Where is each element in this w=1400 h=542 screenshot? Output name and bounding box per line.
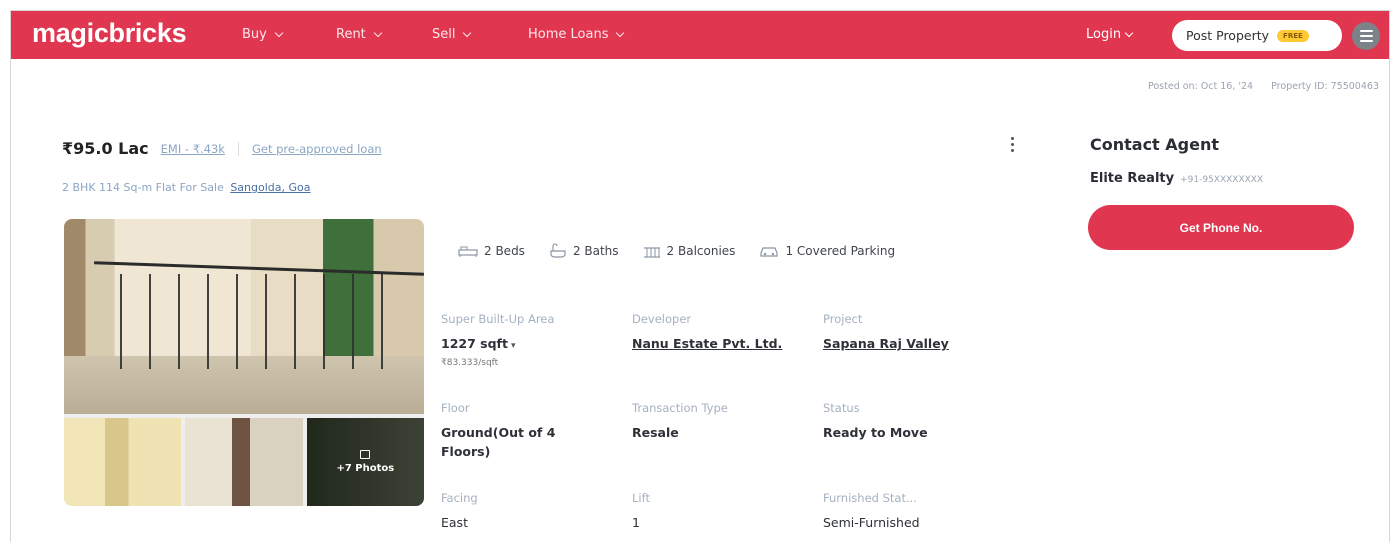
detail-furnished-status: Furnished Stat... Semi-Furnished — [823, 491, 920, 532]
amenity-balconies: 2 Balconies — [643, 243, 736, 259]
hamburger-icon — [1359, 30, 1373, 32]
get-phone-number-button[interactable]: Get Phone No. — [1088, 205, 1354, 250]
detail-value: 1 — [632, 515, 640, 530]
nav-buy-label: Buy — [242, 27, 267, 42]
detail-label: Status — [823, 401, 860, 415]
parking-icon — [760, 247, 779, 257]
detail-developer: Developer Nanu Estate Pvt. Ltd. — [632, 312, 782, 353]
amenity-label: 2 Beds — [484, 244, 525, 258]
amenity-label: 1 Covered Parking — [785, 244, 896, 258]
chevron-down-icon — [373, 28, 383, 37]
nav-sell[interactable]: Sell — [432, 27, 472, 42]
photo-gallery[interactable]: +7 Photos — [64, 219, 424, 506]
detail-floor: Floor Ground(Out of 4 Floors) — [441, 401, 601, 461]
detail-label: Facing — [441, 491, 478, 505]
amenity-label: 2 Baths — [572, 244, 619, 258]
top-header: magicbricks Buy Rent Sell Home Loans Log… — [11, 11, 1389, 59]
more-photos-thumbnail[interactable]: +7 Photos — [306, 418, 424, 506]
chevron-down-icon — [463, 28, 472, 37]
amenities-row: 2 Beds 2 Baths 2 Balconies 1 Covered Par… — [458, 243, 919, 259]
posted-on: Posted on: Oct 16, '24 — [1147, 81, 1254, 92]
project-link[interactable]: Sapana Raj Valley — [823, 334, 949, 353]
detail-label: Project — [823, 312, 863, 326]
price: ₹95.0 Lac — [62, 139, 149, 158]
agent-phone-masked: +91-95XXXXXXXX — [1180, 175, 1264, 185]
property-id: Property ID: 75500463 — [1271, 81, 1379, 92]
nav-home-loans-label: Home Loans — [528, 27, 609, 42]
amenity-parking: 1 Covered Parking — [759, 244, 895, 258]
detail-label: Floor — [441, 401, 470, 415]
detail-status: Status Ready to Move — [823, 401, 928, 442]
nav-sell-label: Sell — [432, 27, 456, 42]
amenity-beds: 2 Beds — [458, 244, 525, 258]
detail-value: Ground(Out of 4 Floors) — [441, 425, 556, 459]
detail-label: Super Built-Up Area — [441, 312, 555, 326]
caret-down-icon: ▾ — [510, 341, 516, 351]
emi-link[interactable]: EMI - ₹.43k — [161, 142, 225, 156]
location-link[interactable]: Sangolda, Goa — [230, 181, 310, 194]
detail-project: Project Sapana Raj Valley — [823, 312, 949, 353]
detail-label: Furnished Stat... — [823, 491, 917, 505]
hamburger-menu-button[interactable] — [1352, 22, 1380, 50]
chevron-down-icon — [274, 28, 284, 37]
detail-value[interactable]: 1227 sqft ▾ — [441, 334, 554, 356]
detail-transaction-type: Transaction Type Resale — [632, 401, 728, 442]
chevron-down-icon — [616, 28, 625, 37]
bed-icon — [458, 246, 478, 257]
detail-value: Semi-Furnished — [823, 515, 920, 530]
price-per-sqft: ₹83.333/sqft — [441, 358, 499, 368]
nav-rent-label: Rent — [336, 27, 366, 42]
chevron-down-icon — [1124, 28, 1134, 37]
listing-meta: Posted on: Oct 16, '24 Property ID: 75500… — [1148, 81, 1379, 92]
listing-type: 2 BHK 114 Sq-m Flat For Sale — [62, 181, 224, 194]
photo-thumbnails: +7 Photos — [64, 418, 424, 506]
detail-label: Lift — [632, 491, 650, 505]
detail-label: Transaction Type — [632, 401, 728, 415]
page-frame: magicbricks Buy Rent Sell Home Loans Log… — [10, 10, 1390, 542]
nav-home-loans[interactable]: Home Loans — [528, 27, 625, 42]
balcony-icon — [643, 247, 660, 258]
agent-name: Elite Realty — [1090, 171, 1175, 186]
detail-value: East — [441, 515, 468, 530]
pre-approved-loan-link[interactable]: Get pre-approved loan — [252, 142, 382, 156]
nav-buy[interactable]: Buy — [242, 27, 284, 42]
amenity-baths: 2 Baths — [549, 243, 619, 259]
listing-subtitle: 2 BHK 114 Sq-m Flat For Sale Sangolda, G… — [62, 181, 311, 194]
more-photos-label: +7 Photos — [336, 463, 395, 474]
detail-lift: Lift 1 — [632, 491, 650, 532]
developer-link[interactable]: Nanu Estate Pvt. Ltd. — [632, 334, 782, 353]
thumbnail-photo[interactable] — [64, 418, 182, 506]
post-property-label: Post Property — [1186, 28, 1270, 43]
detail-facing: Facing East — [441, 491, 478, 532]
main-photo[interactable] — [64, 219, 424, 414]
agent-info: Elite Realty +91-95XXXXXXXX — [1090, 171, 1263, 186]
gallery-icon — [360, 450, 371, 459]
thumbnail-photo[interactable] — [185, 418, 303, 506]
amenity-label: 2 Balconies — [666, 244, 736, 258]
more-options-icon[interactable] — [1011, 137, 1014, 152]
detail-value: Ready to Move — [823, 425, 928, 440]
bath-icon — [550, 243, 566, 258]
detail-value: Resale — [632, 425, 679, 440]
post-property-button[interactable]: Post Property FREE — [1172, 20, 1342, 51]
nav-rent[interactable]: Rent — [336, 27, 383, 42]
login-menu[interactable]: Login — [1086, 27, 1134, 42]
divider — [237, 141, 239, 156]
detail-label: Developer — [632, 312, 692, 326]
magicbricks-logo[interactable]: magicbricks — [32, 18, 187, 49]
free-badge: FREE — [1277, 29, 1309, 42]
contact-agent-title: Contact Agent — [1090, 135, 1219, 154]
login-label: Login — [1086, 27, 1122, 42]
detail-area: Super Built-Up Area 1227 sqft ▾ ₹83.333/s… — [441, 312, 554, 368]
price-row: ₹95.0 Lac EMI - ₹.43k Get pre-approved l… — [62, 139, 382, 158]
